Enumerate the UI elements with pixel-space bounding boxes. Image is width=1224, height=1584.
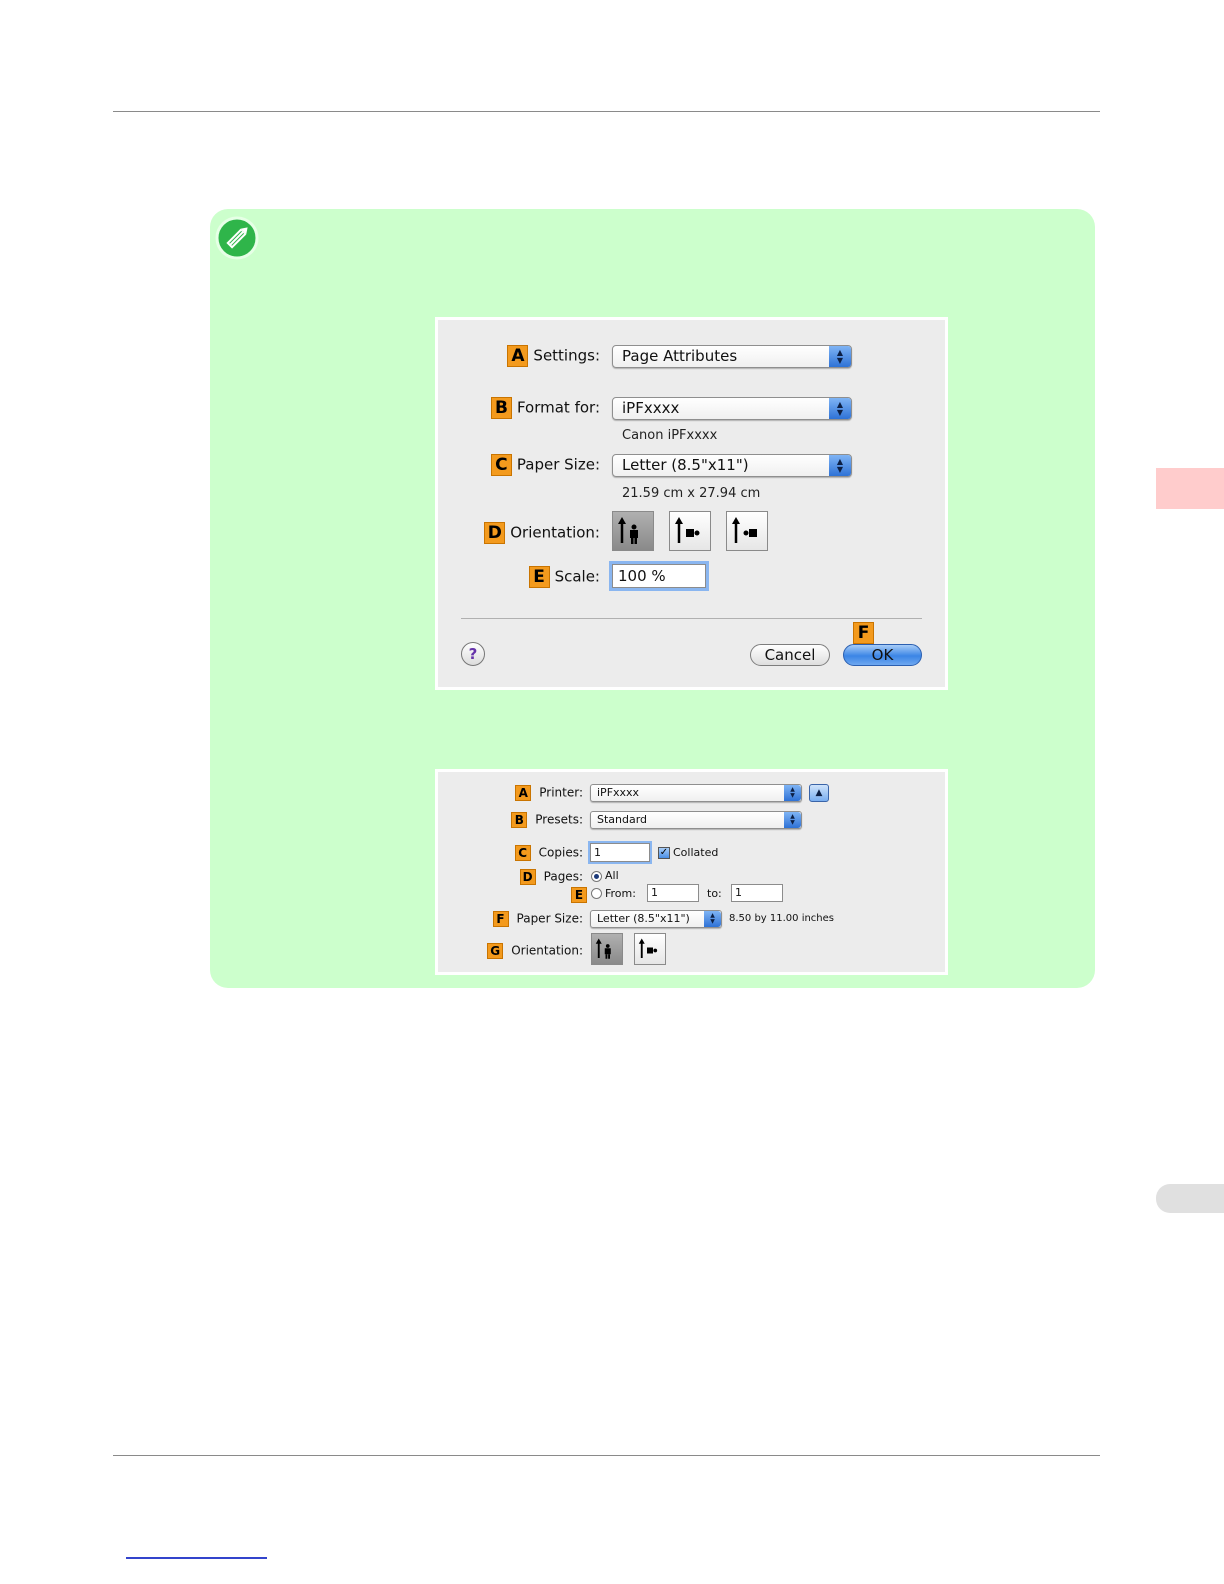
format-for-popup[interactable]: iPFxxxx ▲ ▼	[612, 397, 852, 420]
settings-popup[interactable]: Page Attributes ▲ ▼	[612, 345, 852, 368]
badge-c: C	[490, 454, 512, 476]
scale-input[interactable]: 100 %	[612, 564, 706, 588]
printer-model-text: Canon iPFxxxx	[622, 428, 718, 443]
popup-arrows-icon: ▲ ▼	[829, 346, 851, 367]
collated-label: Collated	[673, 846, 719, 859]
cancel-button[interactable]: Cancel	[750, 644, 830, 666]
paper-size-label: C Paper Size:	[490, 454, 600, 476]
pages-to-label: to:	[707, 887, 722, 900]
popup-arrows-icon: ▲ ▼	[704, 911, 721, 927]
presets-popup[interactable]: Standard ▲ ▼	[590, 811, 802, 829]
presets-label: B Presets:	[511, 812, 583, 828]
pages-from-input[interactable]: 1	[647, 884, 699, 902]
footer-rule	[113, 1455, 1100, 1456]
orientation-landscape-button[interactable]	[634, 933, 666, 965]
chapter-tab[interactable]	[1156, 468, 1224, 509]
scale-label: E Scale:	[528, 566, 600, 588]
paper-size-popup[interactable]: Letter (8.5"x11") ▲ ▼	[612, 454, 852, 477]
badge-b: B	[490, 397, 512, 419]
pages-from-label: From:	[605, 887, 636, 900]
page-setup-dialog: A Settings: Page Attributes ▲ ▼ B Format fo…	[435, 317, 948, 690]
badge-f: F	[492, 911, 509, 927]
printer-popup[interactable]: iPFxxxx ▲ ▼	[590, 784, 802, 802]
orientation-landscape-right-button[interactable]	[726, 511, 768, 551]
dialog-separator	[461, 618, 922, 619]
badge-d: D	[519, 869, 536, 885]
paper-size-label: F Paper Size:	[492, 911, 583, 927]
pages-all-radio[interactable]	[591, 871, 602, 882]
format-for-label: B Format for:	[490, 397, 600, 419]
pages-to-input[interactable]: 1	[731, 884, 783, 902]
popup-arrows-icon: ▲ ▼	[829, 398, 851, 419]
badge-a: A	[507, 345, 529, 367]
portrait-orientation-icon	[618, 517, 638, 544]
index-tab[interactable]	[1156, 1184, 1224, 1213]
popup-arrows-icon: ▲ ▼	[829, 455, 851, 476]
badge-a: A	[515, 785, 532, 801]
orientation-portrait-button[interactable]	[612, 511, 654, 551]
collated-checkbox[interactable]: ✓	[658, 847, 670, 859]
footer-link[interactable]	[126, 1557, 267, 1559]
popup-arrows-icon: ▲ ▼	[784, 785, 801, 801]
landscape-right-orientation-icon	[732, 517, 757, 543]
orientation-label: D Orientation:	[484, 522, 600, 544]
settings-label: A Settings:	[507, 345, 600, 367]
pages-from-radio[interactable]	[591, 888, 602, 899]
expand-dialog-button[interactable]: ▲	[809, 784, 829, 802]
popup-arrows-icon: ▲ ▼	[784, 812, 801, 828]
landscape-orientation-icon	[638, 938, 658, 958]
print-dialog: A Printer: iPFxxxx ▲ ▼ ▲ B Presets: Standar…	[435, 769, 948, 975]
badge-g: G	[487, 943, 504, 959]
paper-dimensions-text: 21.59 cm x 27.94 cm	[622, 486, 761, 501]
landscape-left-orientation-icon	[675, 517, 700, 543]
paper-dimensions-text: 8.50 by 11.00 inches	[729, 913, 835, 924]
printer-label: A Printer:	[515, 785, 583, 801]
paper-size-popup[interactable]: Letter (8.5"x11") ▲ ▼	[590, 910, 722, 928]
ok-button[interactable]: OK	[843, 644, 922, 666]
badge-b: B	[511, 812, 528, 828]
pages-label: D Pages:	[519, 869, 583, 885]
badge-f: F	[853, 622, 874, 644]
orientation-portrait-button[interactable]	[591, 933, 623, 965]
help-button[interactable]: ?	[461, 642, 485, 666]
badge-d: D	[484, 522, 506, 544]
header-rule	[113, 111, 1100, 112]
badge-c: C	[514, 845, 531, 861]
badge-e: E	[571, 887, 587, 903]
portrait-orientation-icon	[595, 938, 611, 959]
orientation-label: G Orientation:	[487, 943, 583, 959]
badge-e: E	[528, 566, 550, 588]
copies-label: C Copies:	[514, 845, 583, 861]
pages-all-label: All	[605, 869, 619, 882]
note-pencil-icon	[215, 216, 259, 260]
copies-input[interactable]: 1	[590, 843, 650, 862]
orientation-landscape-left-button[interactable]	[669, 511, 711, 551]
